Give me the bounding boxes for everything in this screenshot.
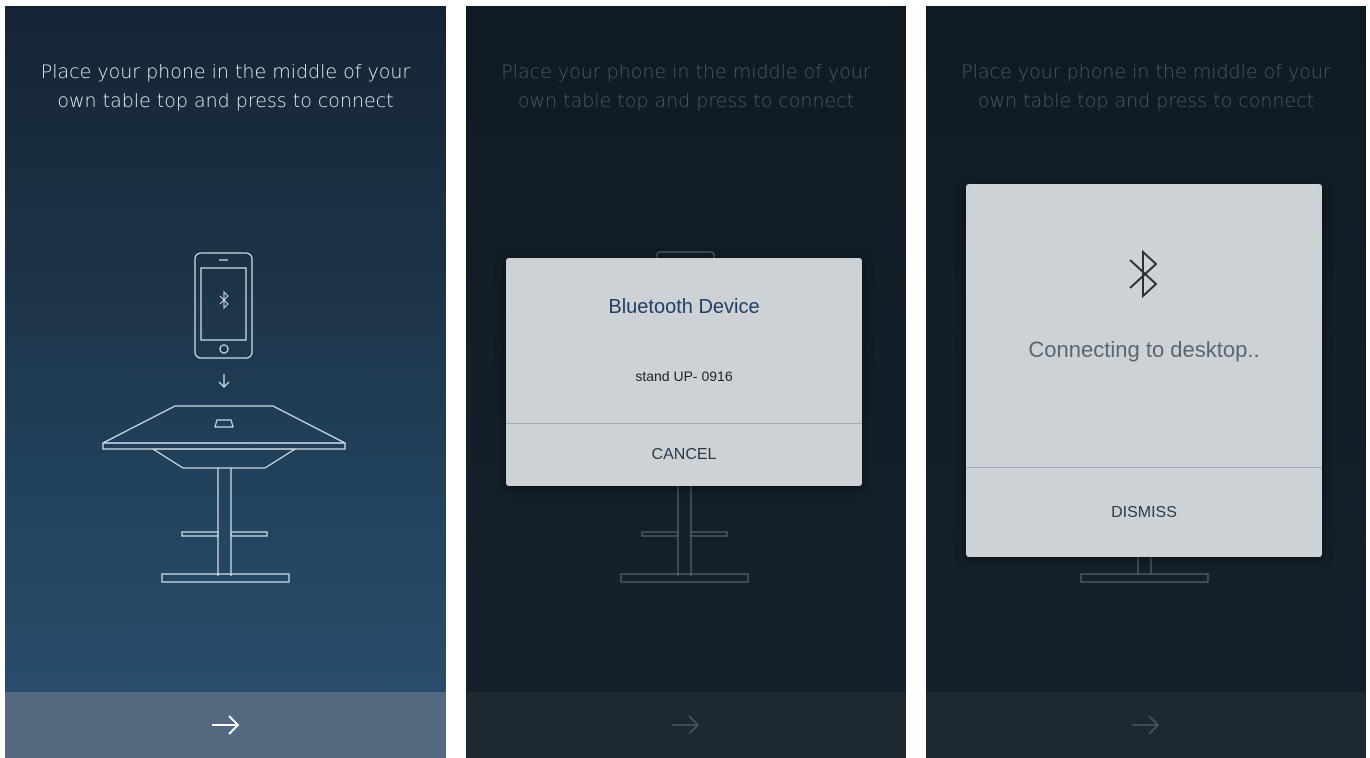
screen-bluetooth-device: Place your phone in the middle of your o… <box>466 6 906 758</box>
connecting-message: Connecting to desktop.. <box>1028 337 1260 362</box>
bluetooth-device-dialog: Bluetooth Device stand UP- 0916 CANCEL <box>506 258 862 486</box>
bluetooth-icon <box>1129 249 1158 299</box>
table-illustration <box>102 252 346 583</box>
bottom-bar <box>5 692 446 758</box>
bluetooth-small-icon <box>219 290 229 310</box>
dismiss-button[interactable]: DISMISS <box>966 468 1322 557</box>
down-arrow-icon <box>218 374 230 388</box>
arrow-right-icon[interactable] <box>666 705 706 745</box>
screen-place-phone: Place your phone in the middle of your o… <box>5 6 446 758</box>
bottom-bar <box>466 692 906 758</box>
arrow-right-icon[interactable] <box>206 705 246 745</box>
bottom-bar <box>926 692 1366 758</box>
cancel-button[interactable]: CANCEL <box>506 423 862 486</box>
arrow-right-icon[interactable] <box>1126 705 1166 745</box>
screen-connecting: Place your phone in the middle of your o… <box>926 6 1366 758</box>
device-name[interactable]: stand UP- 0916 <box>506 368 862 384</box>
dialog-title: Bluetooth Device <box>608 296 760 318</box>
connecting-dialog: Connecting to desktop.. DISMISS <box>966 184 1322 557</box>
desk-icon <box>102 405 346 583</box>
